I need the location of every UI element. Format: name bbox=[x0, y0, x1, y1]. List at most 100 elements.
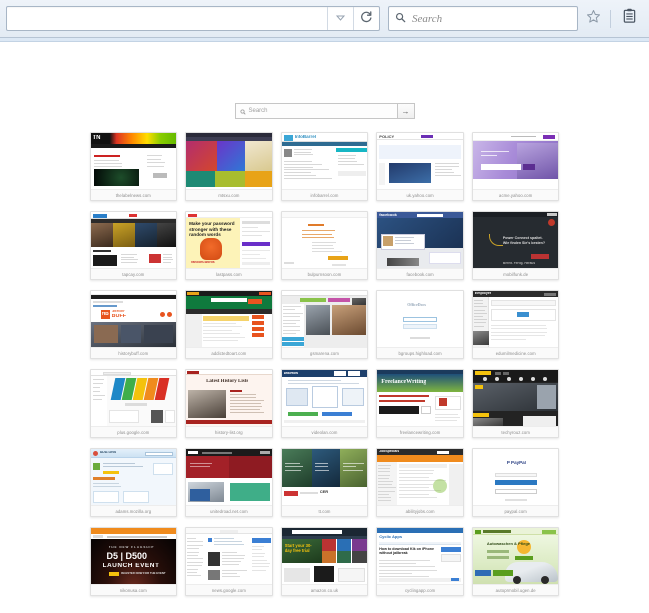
site-tile-label: tt.com bbox=[282, 505, 368, 516]
site-tile-label: edumilmedicine.com bbox=[473, 347, 559, 358]
url-bar[interactable] bbox=[6, 6, 380, 31]
tile-grid: TN thelabelnews.com mtsxu.com InfoBarrel… bbox=[90, 132, 560, 596]
site-tile[interactable]: Autowaschen & Pflege autoprmobil.ugen.de bbox=[472, 527, 560, 596]
site-tile[interactable]: FreelanceWriting freelancewriting.com bbox=[376, 369, 464, 438]
site-tile[interactable]: P PayPal paypal.com bbox=[472, 448, 560, 517]
site-thumbnail[interactable] bbox=[473, 133, 559, 189]
site-thumbnail[interactable]: POLICY bbox=[377, 133, 463, 189]
site-thumbnail[interactable] bbox=[186, 449, 272, 505]
site-tile[interactable]: facebook facebook.com bbox=[376, 211, 464, 280]
site-thumbnail[interactable] bbox=[282, 291, 368, 347]
newtab-search-placeholder: Search bbox=[249, 108, 268, 114]
site-tile[interactable]: acme.yahoo.com bbox=[472, 132, 560, 201]
site-tile-label: acme.yahoo.com bbox=[473, 189, 559, 200]
site-tile[interactable]: gsmarena.com bbox=[281, 290, 369, 359]
site-tile[interactable]: InfoBarrel infobarrel.com bbox=[281, 132, 369, 201]
search-icon bbox=[395, 10, 406, 28]
newtab-search-input[interactable]: Search bbox=[235, 103, 397, 119]
site-thumbnail[interactable] bbox=[282, 212, 368, 268]
site-tile-label: historybuff.com bbox=[91, 347, 177, 358]
site-tile[interactable]: Cyclic Apps How to download Kik on iPhon… bbox=[376, 527, 464, 596]
site-thumbnail[interactable]: Employer bbox=[473, 291, 559, 347]
site-thumbnail[interactable]: Cyclic Apps How to download Kik on iPhon… bbox=[377, 528, 463, 584]
site-tile[interactable]: unitedroad.net.com bbox=[185, 448, 273, 517]
search-icon bbox=[240, 102, 246, 120]
browser-search-bar[interactable]: Search bbox=[388, 6, 578, 31]
site-tile[interactable]: JobSpecials abilityjobs.com bbox=[376, 448, 464, 517]
site-tile-label: amazon.co.uk bbox=[282, 584, 368, 595]
site-tile[interactable]: Start your 30-day free trial amazon.co.u… bbox=[281, 527, 369, 596]
site-thumbnail[interactable]: CER bbox=[282, 449, 368, 505]
site-tile[interactable]: tapcay.com bbox=[90, 211, 178, 280]
reload-icon bbox=[360, 10, 373, 28]
site-thumbnail[interactable]: Power Connect spaltet. Wie finden Sie's … bbox=[473, 212, 559, 268]
site-tile-label: paypal.com bbox=[473, 505, 559, 516]
site-tile-label: gsmarena.com bbox=[282, 347, 368, 358]
site-tile[interactable]: addictedtoart.com bbox=[185, 290, 273, 359]
site-tile[interactable]: wikiHow videolan.com bbox=[281, 369, 369, 438]
site-tile-label: techyrouz.com bbox=[473, 426, 559, 437]
site-tile[interactable]: TN thelabelnews.com bbox=[90, 132, 178, 201]
site-thumbnail[interactable]: facebook bbox=[377, 212, 463, 268]
site-tile-label: uk.yahoo.com bbox=[377, 189, 463, 200]
site-tile[interactable]: POLICY uk.yahoo.com bbox=[376, 132, 464, 201]
site-thumbnail[interactable]: Latest History Lists bbox=[186, 370, 272, 426]
site-tile[interactable]: plus.google.com bbox=[90, 369, 178, 438]
site-tile[interactable]: THE NEW FLAGSHIP D5 | D500 LAUNCH EVENT … bbox=[90, 527, 178, 596]
site-thumbnail[interactable]: JobSpecials bbox=[377, 449, 463, 505]
site-tile[interactable]: mtsxu.com bbox=[185, 132, 273, 201]
site-thumbnail[interactable] bbox=[91, 212, 177, 268]
reading-list-button[interactable] bbox=[616, 5, 643, 33]
site-tile-label: news.google.com bbox=[186, 584, 272, 595]
site-tile[interactable]: OfficeDocs bgroups.highload.com bbox=[376, 290, 464, 359]
site-thumbnail[interactable]: HB HISTORY BUFF bbox=[91, 291, 177, 347]
site-thumbnail[interactable] bbox=[91, 370, 177, 426]
site-tile-label: history-list.org bbox=[186, 426, 272, 437]
site-tile-label: abilityjobs.com bbox=[377, 505, 463, 516]
site-tile[interactable]: news.google.com bbox=[185, 527, 273, 596]
site-tile-label: mtsxu.com bbox=[186, 189, 272, 200]
site-tile[interactable]: HB HISTORY BUFF historybuff.com bbox=[90, 290, 178, 359]
site-thumbnail[interactable] bbox=[473, 370, 559, 426]
newtab-search-row: Search → bbox=[0, 42, 649, 132]
site-thumbnail[interactable]: P PayPal bbox=[473, 449, 559, 505]
site-tile[interactable]: bulpurnsoon.com bbox=[281, 211, 369, 280]
site-tile-label: adams.mozilla.org bbox=[91, 505, 177, 516]
site-tile-label: plus.google.com bbox=[91, 426, 177, 437]
browser-search-input[interactable]: Search bbox=[412, 13, 442, 25]
site-thumbnail[interactable] bbox=[186, 291, 272, 347]
browser-toolbar: Search bbox=[0, 0, 649, 38]
site-thumbnail[interactable]: THE NEW FLAGSHIP D5 | D500 LAUNCH EVENT … bbox=[91, 528, 177, 584]
url-input[interactable] bbox=[7, 7, 327, 30]
reload-button[interactable] bbox=[353, 7, 379, 30]
site-tile-label: mobilfunk.de bbox=[473, 268, 559, 279]
site-thumbnail[interactable]: InfoBarrel bbox=[282, 133, 368, 189]
bookmark-button[interactable] bbox=[580, 5, 607, 33]
site-tile[interactable]: Employer edumilmedicine.com bbox=[472, 290, 560, 359]
site-thumbnail[interactable]: TN bbox=[91, 133, 177, 189]
site-tile[interactable]: Power Connect spaltet. Wie finden Sie's … bbox=[472, 211, 560, 280]
site-tile-label: bulpurnsoon.com bbox=[282, 268, 368, 279]
site-tile-label: unitedroad.net.com bbox=[186, 505, 272, 516]
site-thumbnail[interactable]: Start your 30-day free trial bbox=[282, 528, 368, 584]
url-dropdown-button[interactable] bbox=[327, 7, 353, 30]
site-thumbnail[interactable]: wikiHow bbox=[282, 370, 368, 426]
site-tile[interactable]: ADD-ONS adams.mozilla.org bbox=[90, 448, 178, 517]
newtab-search-bar[interactable]: Search → bbox=[235, 103, 415, 119]
site-thumbnail[interactable]: ADD-ONS bbox=[91, 449, 177, 505]
site-tile[interactable]: CER tt.com bbox=[281, 448, 369, 517]
site-thumbnail[interactable]: OfficeDocs bbox=[377, 291, 463, 347]
site-tile-label: bgroups.highload.com bbox=[377, 347, 463, 358]
site-thumbnail[interactable]: FreelanceWriting bbox=[377, 370, 463, 426]
site-thumbnail[interactable]: Autowaschen & Pflege bbox=[473, 528, 559, 584]
site-tile[interactable]: techyrouz.com bbox=[472, 369, 560, 438]
site-tile-label: facebook.com bbox=[377, 268, 463, 279]
site-thumbnail[interactable] bbox=[186, 528, 272, 584]
newtab-search-go-button[interactable]: → bbox=[397, 103, 415, 119]
site-tile[interactable]: Make your password stronger with these r… bbox=[185, 211, 273, 280]
site-tile-label: addictedtoart.com bbox=[186, 347, 272, 358]
site-tile-label: nikonusa.com bbox=[91, 584, 177, 595]
site-thumbnail[interactable]: Make your password stronger with these r… bbox=[186, 212, 272, 268]
site-thumbnail[interactable] bbox=[186, 133, 272, 189]
site-tile[interactable]: Latest History Lists history-list.org bbox=[185, 369, 273, 438]
